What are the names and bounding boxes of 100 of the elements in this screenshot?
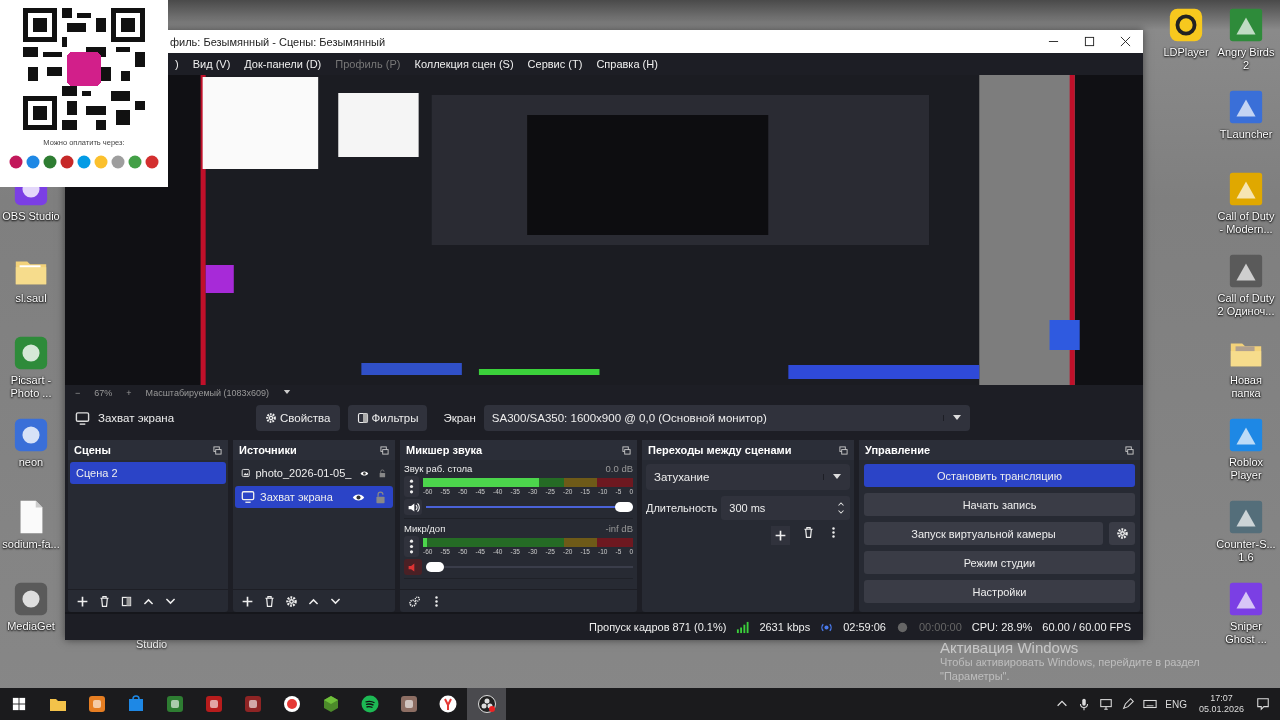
duration-label: Длительность — [646, 502, 718, 514]
desktop-shortcut[interactable]: MediaGet — [0, 574, 62, 633]
app-icon — [12, 580, 50, 618]
properties-button[interactable]: Свойства — [256, 405, 340, 431]
keyboard-icon[interactable] — [1143, 697, 1158, 711]
control-button[interactable]: Остановить трансляцию — [864, 464, 1135, 487]
signal-bars-icon — [736, 620, 750, 634]
channel-reading: 0.0 dB — [605, 463, 633, 474]
slider-thumb[interactable] — [426, 562, 444, 572]
menu-item[interactable]: ) — [168, 56, 186, 72]
language-indicator[interactable]: ENG — [1165, 698, 1187, 710]
transition-dropdown[interactable]: Затухание — [646, 464, 850, 490]
desktop-shortcut[interactable]: Roblox Player — [1215, 410, 1277, 482]
close-icon[interactable] — [1120, 36, 1131, 47]
record-dot-icon — [895, 620, 909, 634]
desktop-shortcut[interactable]: Новая папка — [1215, 328, 1277, 400]
undock-icon[interactable] — [1125, 445, 1134, 455]
menu-item[interactable]: Коллекция сцен (S) — [407, 56, 521, 72]
caret-icon[interactable] — [283, 390, 292, 395]
menu-item[interactable]: Док-панели (D) — [237, 56, 329, 72]
menu-item[interactable]: Вид (V) — [185, 56, 238, 72]
filter-icon — [356, 412, 369, 424]
payment-app-icon — [9, 155, 23, 169]
mute-button[interactable] — [404, 499, 422, 515]
desktop-shortcut[interactable]: sl.saul — [0, 246, 62, 305]
app-icon — [1227, 6, 1265, 44]
notification-icon[interactable] — [1256, 697, 1270, 711]
gear-icon[interactable] — [285, 594, 298, 608]
trash-icon[interactable] — [263, 594, 276, 608]
trash-icon[interactable] — [802, 526, 815, 539]
desktop-shortcut[interactable]: Angry Birds 2 — [1215, 0, 1277, 72]
desktop-shortcut[interactable]: Sniper Ghost ... — [1215, 574, 1277, 646]
lock-icon[interactable] — [378, 466, 387, 480]
add-icon[interactable] — [771, 526, 790, 545]
app-icon — [86, 694, 107, 714]
add-icon[interactable] — [76, 594, 89, 608]
desktop-shortcut[interactable]: Counter-S... 1.6 — [1215, 492, 1277, 564]
panel-title: Управление — [865, 444, 930, 456]
slider-thumb[interactable] — [615, 502, 633, 512]
scene-item[interactable]: Сцена 2 — [70, 462, 226, 484]
filters-button[interactable]: Фильтры — [347, 405, 428, 431]
scale-mode[interactable]: Масштабируемый (1083x609) — [145, 387, 270, 398]
desktop-shortcut[interactable]: Call of Duty - Modern... — [1215, 164, 1277, 236]
pen-icon[interactable] — [1121, 697, 1136, 711]
payment-app-icon — [94, 155, 108, 169]
zoom-out-button[interactable]: − — [75, 387, 81, 398]
more-icon[interactable] — [404, 476, 419, 497]
app-icon — [203, 694, 224, 714]
fps: 60.00 / 60.00 FPS — [1042, 621, 1131, 633]
desktop-shortcut[interactable]: neon — [0, 410, 62, 469]
desktop-shortcut[interactable]: Call of Duty 2 Одиноч... — [1215, 246, 1277, 318]
clock[interactable]: 17:07 05.01.2026 — [1194, 693, 1248, 715]
zoom-in-button[interactable]: + — [126, 387, 132, 398]
menu-item[interactable]: Справка (H) — [589, 56, 665, 72]
settings-button[interactable] — [1109, 522, 1135, 545]
app-icon — [12, 334, 50, 372]
network-icon[interactable] — [1099, 697, 1114, 711]
channel-reading: -inf dB — [605, 523, 633, 534]
app-icon — [164, 694, 185, 714]
activation-title: Активация Windows — [940, 641, 1079, 655]
menu-item[interactable]: Сервис (T) — [520, 56, 590, 72]
payment-app-icon — [60, 155, 74, 169]
app-icon — [1227, 252, 1265, 290]
zoom-level: 67% — [94, 387, 113, 398]
desktop-shortcut[interactable]: TLauncher — [1215, 82, 1277, 141]
add-icon[interactable] — [241, 594, 254, 608]
trash-icon[interactable] — [98, 594, 111, 608]
undock-icon[interactable] — [213, 445, 222, 455]
panel-title: Источники — [239, 444, 297, 456]
gears-icon[interactable] — [408, 594, 421, 608]
gear-icon — [1115, 527, 1129, 540]
filter-icon[interactable] — [120, 594, 133, 608]
desktop-shortcut[interactable]: Picsart - Photo ... — [0, 328, 62, 400]
source-name: Захват экрана — [260, 491, 334, 503]
payment-app-icon — [77, 155, 91, 169]
image-icon — [241, 466, 251, 480]
duration-field[interactable]: 300 ms — [721, 496, 850, 520]
display-dropdown[interactable]: SA300/SA350: 1600x900 @ 0,0 (Основной монитор) — [483, 405, 970, 431]
control-button[interactable]: Запуск виртуальной камеры — [864, 522, 1103, 545]
obs-icon — [476, 694, 497, 714]
undock-icon[interactable] — [380, 445, 389, 455]
desktop-shortcut[interactable]: sodium-fa... — [0, 492, 62, 551]
control-button[interactable]: Настройки — [864, 580, 1135, 603]
channel-name: Микр/доп — [404, 523, 446, 534]
cpu-usage: CPU: 28.9% — [971, 621, 1033, 633]
payment-app-icon — [145, 155, 159, 169]
app-icon — [398, 694, 419, 714]
undock-icon[interactable] — [839, 445, 848, 455]
source-item[interactable]: Захват экрана — [235, 486, 393, 508]
payment-app-icon — [111, 155, 125, 169]
monitor-icon — [75, 410, 90, 426]
maximize-icon[interactable] — [1084, 36, 1095, 47]
record-time: 00:00:00 — [918, 621, 962, 633]
taskbar-app[interactable] — [467, 688, 506, 720]
speaker-icon — [406, 500, 420, 514]
control-button[interactable]: Начать запись — [864, 493, 1135, 516]
more-icon[interactable] — [404, 536, 419, 557]
control-button[interactable]: Режим студии — [864, 551, 1135, 574]
undock-icon[interactable] — [622, 445, 631, 455]
source-item[interactable]: photo_2026-01-05_ — [235, 462, 393, 484]
